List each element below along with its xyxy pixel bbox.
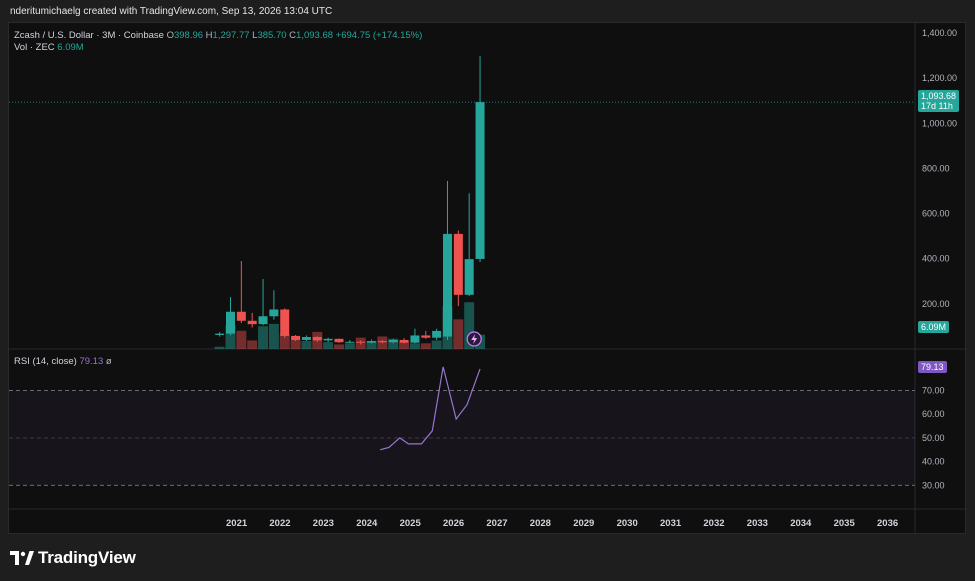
- tradingview-footer[interactable]: TradingView: [10, 548, 136, 568]
- close-value: 1,093.68: [296, 30, 334, 41]
- candle-countdown: 17d 11h: [921, 101, 953, 111]
- candle-body: [475, 102, 485, 259]
- tradingview-brand: TradingView: [38, 548, 136, 567]
- open-value: 398.96: [173, 30, 204, 41]
- high-label: H: [205, 30, 213, 41]
- chart-header-text: nderitumichaelg created with TradingView…: [10, 6, 333, 17]
- time-tick-label: 2027: [486, 518, 507, 529]
- candle-body: [215, 333, 225, 336]
- rsi-tick-label: 30.00: [922, 480, 945, 490]
- price-tick-label: 200.00: [922, 299, 950, 309]
- candle-body: [269, 309, 279, 317]
- volume-bar: [247, 340, 258, 349]
- candle-body: [410, 335, 420, 343]
- volume-bar: [333, 344, 344, 349]
- time-tick-label: 2034: [790, 518, 812, 529]
- candle-body: [421, 335, 431, 338]
- last-price-value: 1,093.68: [921, 91, 957, 101]
- volume-bar: [409, 343, 420, 349]
- price-tick-label: 400.00: [922, 254, 950, 264]
- candle-body: [291, 335, 301, 340]
- time-tick-label: 2030: [617, 518, 638, 529]
- price-tick-label: 1,400.00: [922, 28, 957, 38]
- volume-bar: [431, 340, 442, 349]
- rsi-tick-label: 70.00: [922, 386, 945, 396]
- volume-bar: [301, 341, 312, 349]
- volume-bar: [214, 346, 225, 349]
- time-tick-label: 2026: [443, 518, 464, 529]
- time-tick-label: 2032: [703, 518, 724, 529]
- rsi-tick-label: 40.00: [922, 457, 945, 467]
- rsi-extra: ø: [105, 356, 112, 367]
- time-tick-label: 2024: [356, 518, 378, 529]
- volume-value: 6.09M: [57, 42, 84, 53]
- time-tick-label: 2029: [573, 518, 594, 529]
- volume-bar: [344, 343, 355, 349]
- time-tick-label: 2028: [530, 518, 551, 529]
- volume-label: Vol · ZEC: [14, 42, 55, 53]
- last-price-tag: 1,093.68 17d 11h: [918, 90, 960, 112]
- volume-bar: [258, 326, 269, 349]
- candle-body: [367, 341, 377, 343]
- rsi-tag: 79.13: [918, 361, 947, 373]
- time-tick-label: 2021: [226, 518, 248, 529]
- open-label: O: [166, 30, 174, 41]
- price-tick-label: 600.00: [922, 209, 950, 219]
- candle-body: [442, 233, 452, 337]
- candle-body: [301, 337, 311, 340]
- volume-bar: [420, 343, 431, 349]
- candle-body: [377, 341, 387, 343]
- symbol-legend[interactable]: Zcash / U.S. Dollar · 3M · Coinbase O398…: [14, 30, 422, 41]
- symbol-title: Zcash / U.S. Dollar · 3M · Coinbase: [14, 30, 164, 41]
- price-tick-label: 800.00: [922, 163, 950, 173]
- candle-body: [432, 330, 442, 338]
- candle-body: [345, 341, 355, 343]
- candle-body: [312, 337, 322, 341]
- low-value: 385.70: [257, 30, 287, 41]
- volume-bar: [268, 323, 279, 349]
- candle-body: [225, 311, 235, 334]
- volume-bar: [290, 339, 301, 349]
- time-tick-label: 2035: [834, 518, 856, 529]
- chart-canvas[interactable]: 200.00 400.00 600.00 800.00 1,000.00 1,200.00…: [9, 23, 967, 535]
- time-tick-label: 2036: [877, 518, 898, 529]
- candle-body: [453, 233, 463, 295]
- candle-body: [258, 316, 268, 325]
- volume-legend[interactable]: Vol · ZEC 6.09M: [14, 42, 84, 53]
- candle-body: [399, 339, 409, 343]
- time-tick-label: 2022: [269, 518, 290, 529]
- candle-body: [356, 341, 366, 343]
- candle-body: [334, 338, 344, 343]
- candle-body: [464, 259, 474, 295]
- chart-frame[interactable]: 200.00 400.00 600.00 800.00 1,000.00 1,200.00…: [8, 22, 967, 535]
- candle-body: [388, 339, 398, 343]
- rsi-value: 79.13: [79, 356, 104, 367]
- rsi-label: RSI (14, close): [14, 356, 77, 367]
- tradingview-logo-icon: [10, 551, 34, 565]
- volume-bar: [236, 330, 247, 349]
- change-value: +694.75 (+174.15%): [335, 30, 423, 41]
- candle-body: [236, 311, 246, 321]
- price-tick-label: 1,200.00: [922, 73, 957, 83]
- candle-body: [247, 320, 257, 325]
- volume-bar: [453, 319, 464, 349]
- price-tick-label: 1,000.00: [922, 118, 957, 128]
- rsi-legend[interactable]: RSI (14, close) 79.13 ø: [14, 356, 112, 367]
- rsi-tick-label: 60.00: [922, 409, 945, 419]
- volume-bar: [323, 342, 334, 349]
- candle-body: [280, 309, 290, 336]
- candle-body: [323, 338, 333, 341]
- time-tick-label: 2025: [400, 518, 422, 529]
- volume-tag: 6.09M: [918, 321, 950, 333]
- rsi-tick-label: 50.00: [922, 433, 945, 443]
- time-tick-label: 2031: [660, 518, 682, 529]
- time-tick-label: 2033: [747, 518, 768, 529]
- high-value: 1,297.77: [212, 30, 250, 41]
- time-tick-label: 2023: [313, 518, 334, 529]
